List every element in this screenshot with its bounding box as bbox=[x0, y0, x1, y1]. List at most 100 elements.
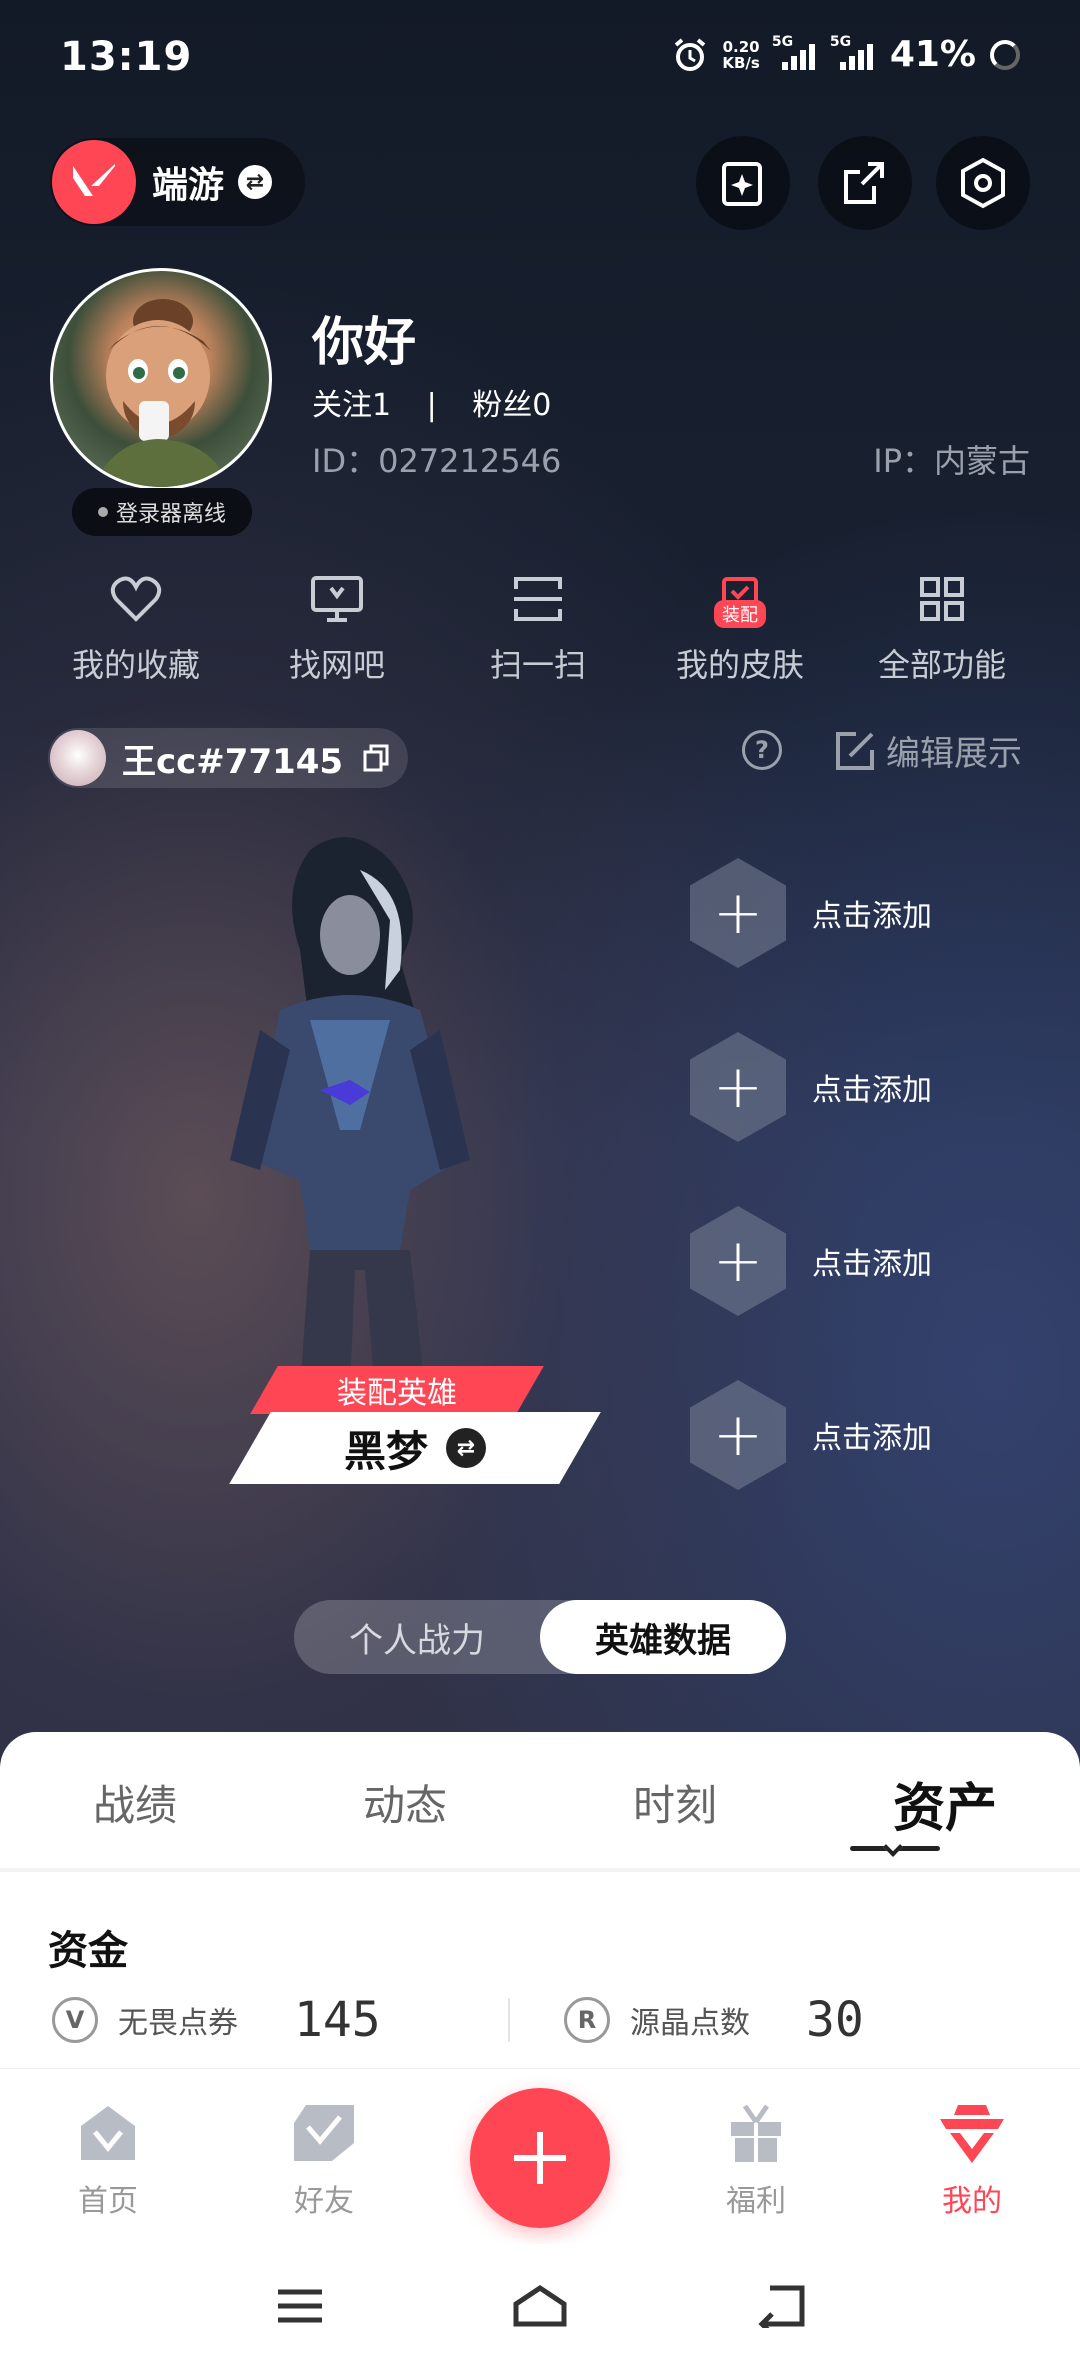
system-menu-button[interactable] bbox=[260, 2276, 340, 2336]
edit-display-label: 编辑展示 bbox=[886, 734, 1022, 774]
nav-label: 好友 bbox=[294, 2184, 354, 2219]
segment-hero-data[interactable]: 英雄数据 bbox=[540, 1600, 786, 1674]
fund-item-vp[interactable]: V 无畏点券 145 bbox=[52, 1990, 381, 2050]
settings-button[interactable] bbox=[936, 136, 1030, 230]
nav-label: 福利 bbox=[726, 2184, 786, 2219]
nav-label: 我的 bbox=[942, 2184, 1002, 2219]
tab-moments-feed[interactable]: 动态 bbox=[270, 1760, 540, 1870]
offline-dot-icon bbox=[97, 507, 108, 517]
sparkle-card-icon bbox=[722, 162, 762, 206]
add-slot-2[interactable]: + 点击添加 bbox=[690, 1032, 950, 1142]
launcher-status-badge: 登录器离线 bbox=[72, 488, 252, 536]
r-coin-icon: R bbox=[564, 1997, 610, 2043]
fans-count[interactable]: 粉丝0 bbox=[472, 388, 551, 423]
edit-display-button[interactable]: 编辑展示 bbox=[834, 726, 1022, 775]
swap-icon: ⇄ bbox=[238, 165, 273, 199]
tab-highlights[interactable]: 时刻 bbox=[540, 1760, 810, 1870]
net-speed-value: 0.20 bbox=[722, 37, 760, 56]
gift-icon bbox=[731, 2104, 781, 2162]
add-slot-label: 点击添加 bbox=[812, 1073, 932, 1108]
fund-label: 无畏点券 bbox=[118, 2006, 238, 2041]
ip-location: IP：内蒙古 bbox=[873, 442, 1030, 480]
battery-icon bbox=[990, 39, 1020, 70]
content-tabs: 战绩 动态 时刻 资产 bbox=[0, 1760, 1080, 1870]
signal-icon-1: 5G bbox=[772, 34, 818, 70]
system-back-button[interactable] bbox=[740, 2276, 820, 2336]
quick-action-scan[interactable]: 扫一扫 bbox=[458, 568, 618, 686]
user-id: ID：027212546 bbox=[312, 442, 562, 480]
monitor-icon bbox=[311, 576, 363, 622]
fund-item-rp[interactable]: R 源晶点数 30 bbox=[564, 1990, 864, 2050]
quick-action-label: 我的皮肤 bbox=[675, 646, 804, 684]
launcher-status-text: 登录器离线 bbox=[115, 502, 226, 527]
grid-icon bbox=[920, 577, 964, 621]
avatar[interactable] bbox=[50, 268, 272, 490]
menu-icon bbox=[278, 2289, 322, 2323]
tab-assets[interactable]: 资产 bbox=[810, 1760, 1080, 1870]
quick-action-all-features[interactable]: 全部功能 bbox=[862, 568, 1022, 686]
add-slot-3[interactable]: + 点击添加 bbox=[690, 1206, 950, 1316]
quick-action-favorites[interactable]: 我的收藏 bbox=[56, 568, 216, 686]
plus-icon bbox=[514, 2132, 566, 2184]
avatar-illustration bbox=[93, 299, 229, 487]
equip-hero-label: 装配英雄 bbox=[337, 1376, 457, 1411]
player-avatar bbox=[50, 730, 106, 786]
battery-percent: 41% bbox=[889, 34, 976, 75]
me-icon bbox=[940, 2105, 1004, 2163]
quick-action-label: 我的收藏 bbox=[71, 646, 200, 684]
add-slot-4[interactable]: + 点击添加 bbox=[690, 1380, 950, 1490]
nav-benefits[interactable]: 福利 bbox=[686, 2100, 826, 2220]
fund-divider bbox=[508, 1998, 510, 2042]
add-slot-label: 点击添加 bbox=[812, 1421, 932, 1456]
home-icon bbox=[81, 2106, 135, 2160]
status-icons: 0.20 KB/s 5G 5G 41% bbox=[672, 34, 1020, 75]
signal-icon-2: 5G bbox=[830, 34, 876, 70]
help-icon[interactable]: ? bbox=[742, 730, 782, 770]
fund-value: 145 bbox=[294, 1992, 381, 2048]
segment-personal-power[interactable]: 个人战力 bbox=[294, 1600, 540, 1674]
scan-icon bbox=[514, 577, 562, 621]
create-post-fab[interactable] bbox=[470, 2088, 610, 2228]
hero-figure[interactable] bbox=[160, 830, 540, 1390]
swap-hero-icon: ⇄ bbox=[446, 1428, 486, 1468]
equip-badge: 装配 bbox=[714, 600, 766, 628]
stats-segment-control: 个人战力 英雄数据 bbox=[294, 1600, 786, 1674]
plus-hex-icon: + bbox=[690, 858, 786, 968]
add-slot-1[interactable]: + 点击添加 bbox=[690, 858, 950, 968]
alarm-icon bbox=[675, 37, 706, 71]
fund-label: 源晶点数 bbox=[630, 2006, 750, 2041]
following-count[interactable]: 关注1 bbox=[312, 388, 391, 423]
valorant-logo-icon bbox=[52, 140, 136, 224]
quick-action-label: 找网吧 bbox=[288, 646, 385, 684]
game-switcher[interactable]: 端游 ⇄ bbox=[50, 138, 305, 226]
profile-name: 你好 bbox=[312, 313, 417, 373]
copy-icon[interactable] bbox=[361, 742, 393, 774]
tab-record[interactable]: 战绩 bbox=[0, 1760, 270, 1870]
quick-action-internet-cafe[interactable]: 找网吧 bbox=[257, 568, 417, 686]
stats-separator: | bbox=[426, 388, 437, 423]
player-tag-name: 王cc#77145 bbox=[122, 741, 344, 782]
quick-action-label: 全部功能 bbox=[877, 646, 1006, 684]
home-outline-icon bbox=[513, 2284, 567, 2327]
nav-home[interactable]: 首页 bbox=[38, 2100, 178, 2220]
net-speed: 0.20 KB/s bbox=[722, 39, 759, 71]
back-icon bbox=[758, 2285, 805, 2328]
sparkle-card-button[interactable] bbox=[696, 136, 790, 230]
nav-friends[interactable]: 好友 bbox=[254, 2100, 394, 2220]
friends-icon bbox=[294, 2105, 354, 2161]
plus-hex-icon: + bbox=[690, 1380, 786, 1490]
share-button[interactable] bbox=[818, 136, 912, 230]
nav-label: 首页 bbox=[78, 2184, 138, 2219]
v-coin-icon: V bbox=[52, 1997, 98, 2043]
quick-action-label: 扫一扫 bbox=[489, 646, 586, 684]
divider bbox=[0, 1868, 1080, 1872]
net-speed-unit: KB/s bbox=[722, 53, 760, 72]
edit-icon bbox=[836, 731, 874, 770]
fund-value: 30 bbox=[806, 1992, 864, 2048]
quick-action-skins[interactable]: 装配 我的皮肤 bbox=[660, 568, 820, 686]
nav-me[interactable]: 我的 bbox=[902, 2100, 1042, 2220]
system-home-button[interactable] bbox=[500, 2276, 580, 2336]
status-time: 13:19 bbox=[60, 34, 193, 80]
player-tag-pill[interactable]: 王cc#77145 bbox=[48, 728, 408, 788]
hero-name-button[interactable]: 黑梦 ⇄ bbox=[250, 1412, 580, 1484]
